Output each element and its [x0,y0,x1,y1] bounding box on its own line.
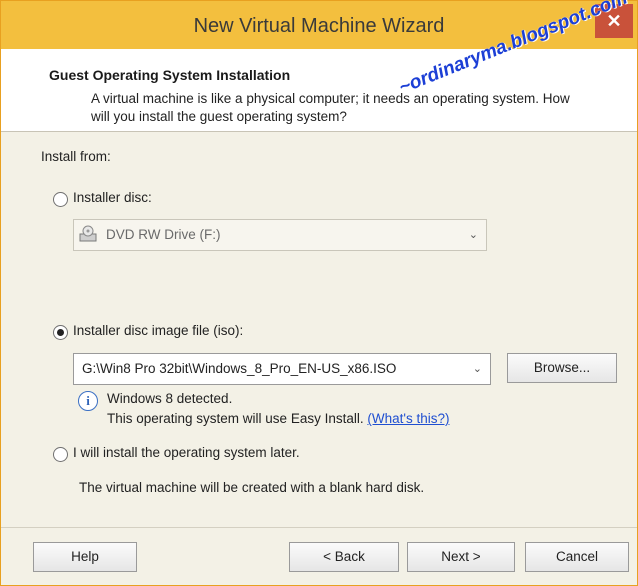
cd-drive-icon [79,225,97,242]
chevron-down-icon: ⌄ [468,229,478,241]
install-later-label[interactable]: I will install the operating system late… [73,445,300,460]
install-later-radio[interactable] [53,447,68,462]
cancel-button[interactable]: Cancel [525,542,629,572]
wizard-window: New Virtual Machine Wizard ✕ Guest Opera… [0,0,638,586]
info-icon: i [78,391,98,411]
os-detected-text: Windows 8 detected. [107,391,233,406]
browse-button[interactable]: Browse... [507,353,617,383]
drive-label: DVD RW Drive (F:) [106,227,221,242]
easy-install-text: This operating system will use Easy Inst… [107,411,364,426]
chevron-down-icon[interactable]: ⌄ [473,354,482,384]
page-title: Guest Operating System Installation [49,67,291,83]
blank-disk-note: The virtual machine will be created with… [79,480,425,495]
next-button[interactable]: Next > [407,542,515,572]
easy-install-line: This operating system will use Easy Inst… [107,411,449,426]
iso-radio[interactable] [53,325,68,340]
install-from-label: Install from: [41,149,111,164]
installer-disc-label[interactable]: Installer disc: [73,190,152,205]
whats-this-link[interactable]: (What's this?) [367,411,449,426]
help-button[interactable]: Help [33,542,137,572]
iso-label[interactable]: Installer disc image file (iso): [73,323,243,338]
installer-disc-dropdown[interactable]: DVD RW Drive (F:) ⌄ [73,219,487,251]
page-description: A virtual machine is like a physical com… [91,91,570,124]
footer-divider [1,527,637,528]
installer-disc-radio[interactable] [53,192,68,207]
iso-path-input[interactable]: G:\Win8 Pro 32bit\Windows_8_Pro_EN-US_x8… [73,353,491,385]
back-button[interactable]: < Back [289,542,399,572]
iso-path-value: G:\Win8 Pro 32bit\Windows_8_Pro_EN-US_x8… [82,361,397,376]
